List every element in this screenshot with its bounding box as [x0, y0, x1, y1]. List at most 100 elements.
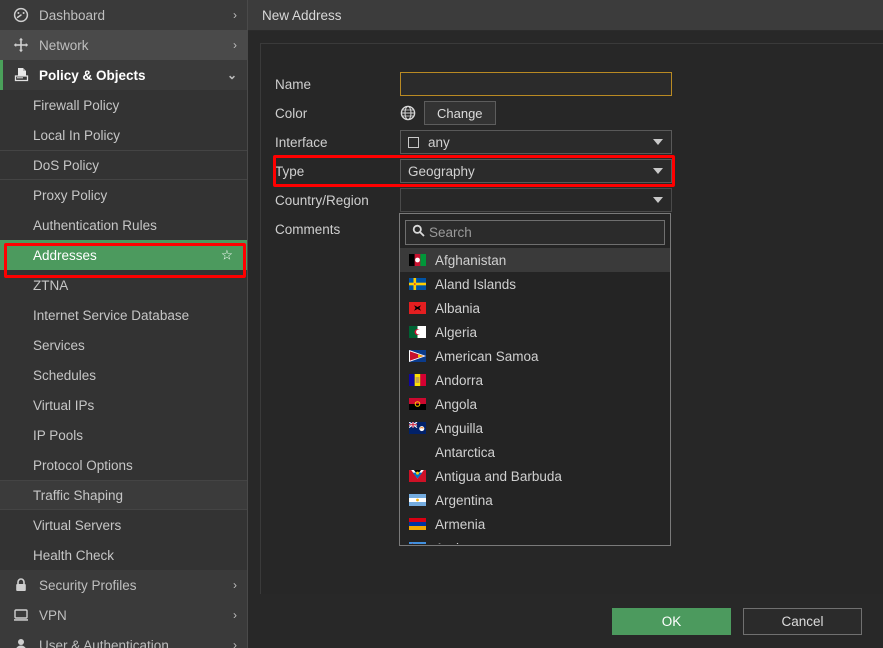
form-row-color: Color Change — [275, 100, 496, 126]
sidebar-item-label: Schedules — [33, 368, 96, 383]
application-window: Dashboard›Network›Policy & Objects⌄Firew… — [0, 0, 883, 648]
sidebar-item-addresses[interactable]: Addresses☆ — [0, 240, 247, 270]
list-item[interactable]: American Samoa — [400, 344, 670, 368]
sidebar-item-internet-service-database[interactable]: Internet Service Database — [0, 300, 247, 330]
new-address-form-panel: Name Color — [260, 43, 883, 594]
sidebar-item-policy-objects[interactable]: Policy & Objects⌄ — [0, 60, 247, 90]
list-item[interactable]: Antigua and Barbuda — [400, 464, 670, 488]
sidebar-item-dashboard[interactable]: Dashboard› — [0, 0, 247, 30]
list-item[interactable]: Angola — [400, 392, 670, 416]
change-color-button[interactable]: Change — [424, 101, 496, 125]
sidebar-item-virtual-ips[interactable]: Virtual IPs — [0, 390, 247, 420]
sidebar-item-local-in-policy[interactable]: Local In Policy — [0, 120, 247, 150]
monitor-icon — [10, 607, 32, 623]
name-field-wrap — [400, 72, 672, 96]
sidebar-item-ip-pools[interactable]: IP Pools — [0, 420, 247, 450]
page-title: New Address — [262, 8, 342, 23]
sidebar-item-label: DoS Policy — [33, 158, 99, 173]
list-item[interactable]: Andorra — [400, 368, 670, 392]
sidebar-item-user-authentication[interactable]: User & Authentication› — [0, 630, 247, 648]
active-accent-bar — [0, 60, 3, 90]
name-input[interactable] — [400, 72, 672, 96]
type-select-value: Geography — [408, 164, 475, 179]
sidebar-item-label: Firewall Policy — [33, 98, 119, 113]
checkbox-icon — [408, 137, 419, 148]
color-field-wrap: Change — [400, 101, 496, 125]
interface-label: Interface — [275, 135, 400, 150]
sidebar-item-network[interactable]: Network› — [0, 30, 247, 60]
country-list[interactable]: Afghanistan Aland IslandsAlbania Algeria Am… — [400, 248, 670, 544]
country-search-input[interactable] — [429, 225, 658, 240]
list-item[interactable]: Anguilla — [400, 416, 670, 440]
type-select[interactable]: Geography — [400, 159, 672, 183]
country-name: Andorra — [435, 373, 483, 388]
sidebar-item-ztna[interactable]: ZTNA — [0, 270, 247, 300]
sidebar-item-label: VPN — [39, 608, 67, 623]
country-name: Algeria — [435, 325, 477, 340]
cancel-button[interactable]: Cancel — [743, 608, 862, 635]
sidebar-item-services[interactable]: Services — [0, 330, 247, 360]
sidebar-item-label: Policy & Objects — [39, 68, 146, 83]
sidebar-item-virtual-servers[interactable]: Virtual Servers — [0, 510, 247, 540]
color-label: Color — [275, 106, 400, 121]
sidebar-item-label: ZTNA — [33, 278, 68, 293]
list-item[interactable]: Armenia — [400, 512, 670, 536]
sidebar-item-authentication-rules[interactable]: Authentication Rules — [0, 210, 247, 240]
sidebar-item-health-check[interactable]: Health Check — [0, 540, 247, 570]
sidebar-item-security-profiles[interactable]: Security Profiles› — [0, 570, 247, 600]
list-item[interactable]: Argentina — [400, 488, 670, 512]
sidebar-item-proxy-policy[interactable]: Proxy Policy — [0, 180, 247, 210]
country-name: Anguilla — [435, 421, 483, 436]
sidebar-item-label: Services — [33, 338, 85, 353]
form-row-name: Name — [275, 71, 672, 97]
sidebar-item-label: Health Check — [33, 548, 114, 563]
sidebar-item-label: Virtual Servers — [33, 518, 121, 533]
lock-icon — [10, 577, 32, 593]
sidebar-item-label: Proxy Policy — [33, 188, 107, 203]
policy-document-icon — [10, 67, 32, 83]
form-row-country: Country/Region — [275, 187, 672, 213]
chevron-right-icon: › — [233, 609, 237, 621]
country-name: American Samoa — [435, 349, 539, 364]
user-icon — [10, 637, 32, 648]
chevron-down-icon — [653, 139, 663, 145]
sidebar-item-dos-policy[interactable]: DoS Policy — [0, 150, 247, 180]
country-name: Antigua and Barbuda — [435, 469, 562, 484]
chevron-right-icon: › — [233, 639, 237, 648]
list-item[interactable]: Aruba — [400, 536, 670, 544]
list-item[interactable]: Algeria — [400, 320, 670, 344]
country-search-wrap[interactable] — [405, 220, 665, 245]
sidebar-item-protocol-options[interactable]: Protocol Options — [0, 450, 247, 480]
form-row-interface: Interface any — [275, 129, 672, 155]
type-label: Type — [275, 164, 400, 179]
country-name: Antarctica — [435, 445, 495, 460]
country-name: Angola — [435, 397, 477, 412]
sidebar-item-label: Protocol Options — [33, 458, 133, 473]
sidebar-item-label: Local In Policy — [33, 128, 120, 143]
favorite-star-icon[interactable]: ☆ — [221, 248, 233, 262]
sidebar-item-label: Network — [39, 38, 89, 53]
country-name: Afghanistan — [435, 253, 506, 268]
interface-select[interactable]: any — [400, 130, 672, 154]
move-arrows-icon — [10, 37, 32, 53]
country-select[interactable] — [400, 188, 672, 212]
dialog-header: New Address — [248, 0, 883, 31]
sidebar-item-firewall-policy[interactable]: Firewall Policy — [0, 90, 247, 120]
ok-button[interactable]: OK — [612, 608, 731, 635]
sidebar-item-traffic-shaping[interactable]: Traffic Shaping — [0, 480, 247, 510]
chevron-right-icon: › — [233, 9, 237, 21]
comments-label: Comments — [275, 222, 400, 237]
list-item[interactable]: Albania — [400, 296, 670, 320]
sidebar-item-label: Traffic Shaping — [33, 488, 123, 503]
globe-icon — [400, 105, 416, 121]
sidebar-item-schedules[interactable]: Schedules — [0, 360, 247, 390]
chevron-right-icon: › — [233, 579, 237, 591]
interface-select-value: any — [428, 135, 450, 150]
sidebar-item-vpn[interactable]: VPN › — [0, 600, 247, 630]
list-item[interactable]: Afghanistan — [400, 248, 670, 272]
country-name: Armenia — [435, 517, 485, 532]
list-item[interactable]: Aland Islands — [400, 272, 670, 296]
form-row-type: Type Geography — [275, 158, 672, 184]
list-item[interactable]: Antarctica — [400, 440, 670, 464]
search-icon — [412, 224, 429, 242]
